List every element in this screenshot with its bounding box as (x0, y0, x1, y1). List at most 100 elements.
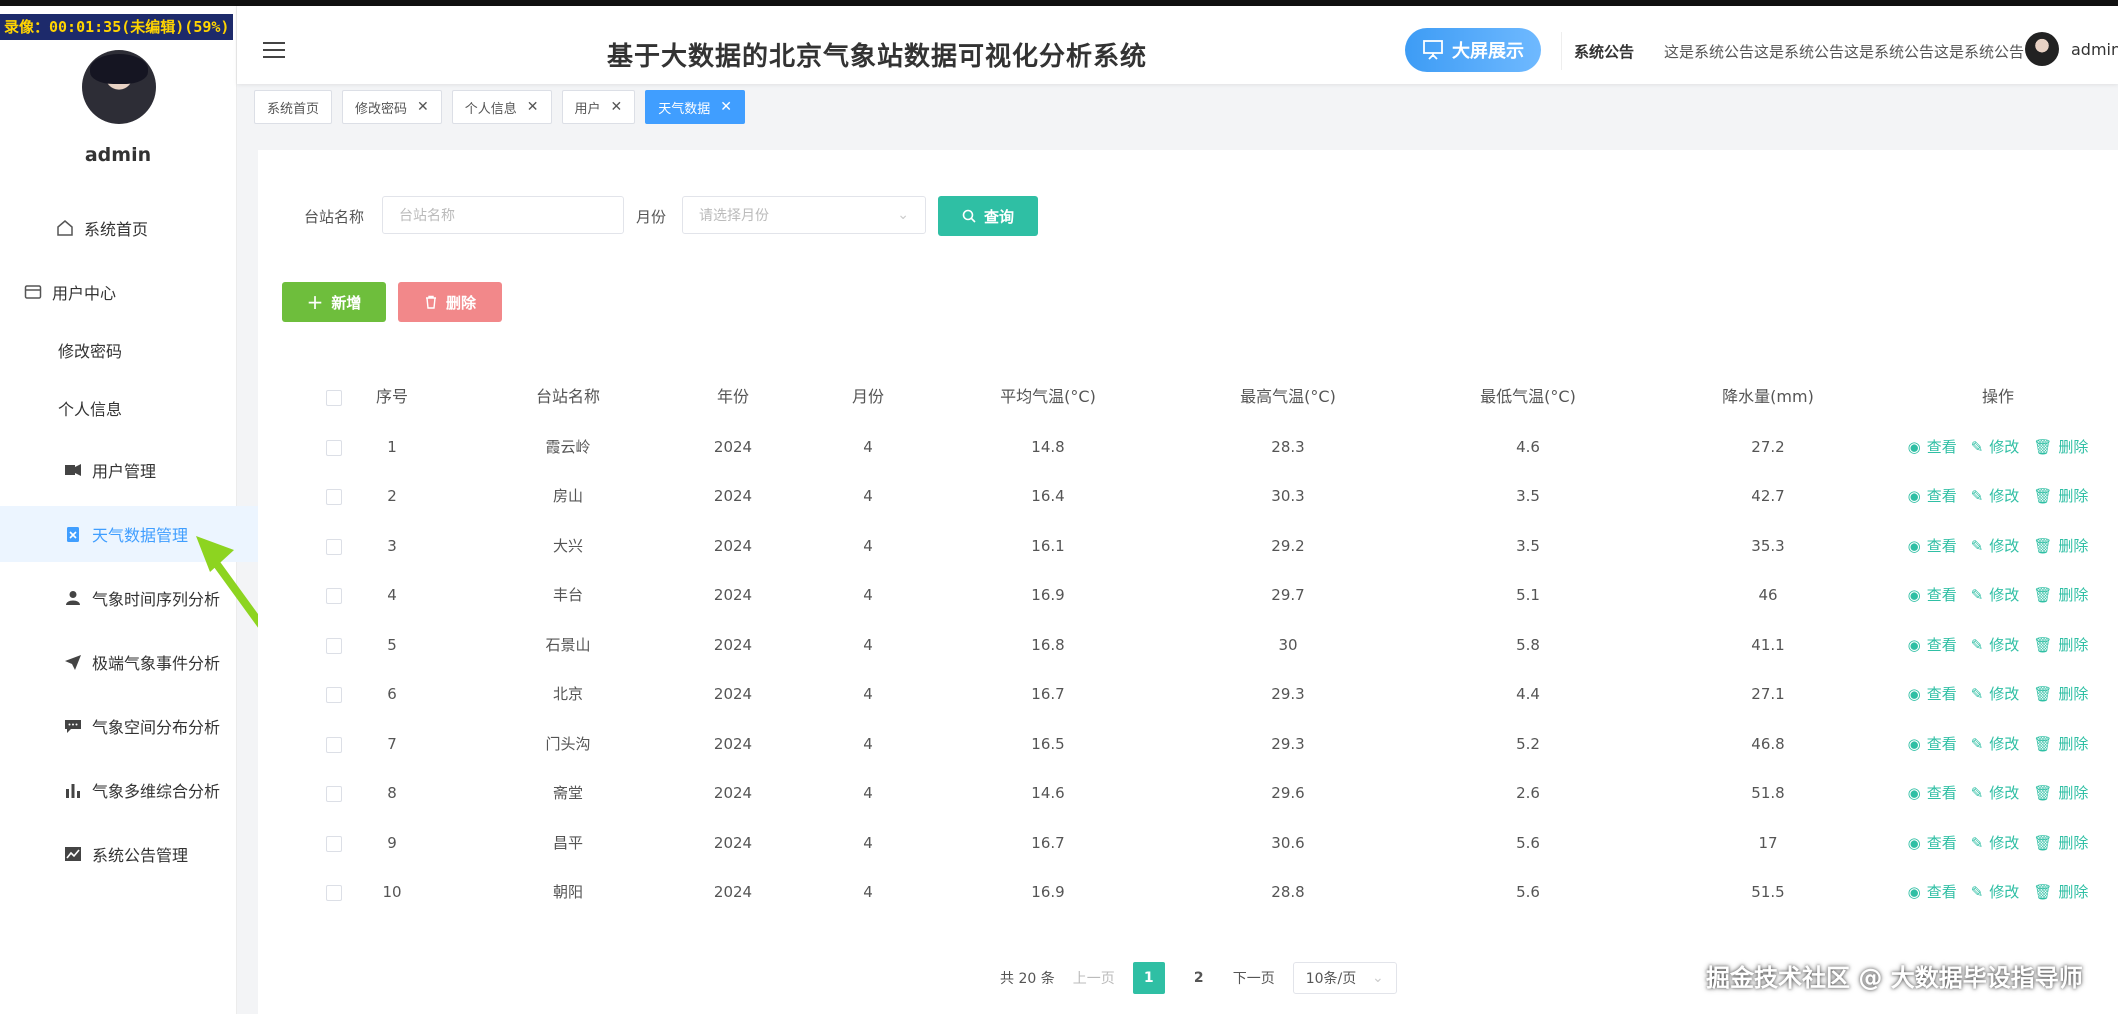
close-icon[interactable]: ✕ (611, 99, 623, 115)
sidebar-item-user-center[interactable]: 用户中心 (0, 264, 260, 320)
delete-row-button[interactable]: 🗑 删除 (2033, 521, 2088, 571)
close-icon[interactable]: ✕ (417, 99, 429, 115)
edit-button[interactable]: ✎ 修改 (1971, 620, 2020, 670)
delete-row-button[interactable]: 🗑 删除 (2033, 818, 2088, 868)
view-button[interactable]: ◉ 查看 (1908, 867, 1957, 917)
edit-button[interactable]: ✎ 修改 (1971, 570, 2020, 620)
edit-button[interactable]: ✎ 修改 (1971, 422, 2020, 472)
view-button[interactable]: ◉ 查看 (1908, 422, 1957, 472)
view-button[interactable]: ◉ 查看 (1908, 471, 1957, 521)
row-checkbox[interactable] (326, 786, 342, 802)
tab-home[interactable]: 系统首页 (254, 90, 333, 124)
row-checkbox[interactable] (326, 588, 342, 604)
close-icon[interactable]: ✕ (527, 99, 539, 115)
sidebar-item-notice-management[interactable]: 系统公告管理 (0, 826, 300, 882)
row-actions: ◉ 查看 ✎ 修改 🗑 删除 (1888, 818, 2108, 868)
row-checkbox[interactable] (326, 687, 342, 703)
cell-precip: 27.2 (1751, 437, 1785, 456)
search-button[interactable]: 查询 (938, 196, 1038, 236)
table-header-row: 序号 台站名称 年份 月份 平均气温(°C) 最高气温(°C) 最低气温(°C)… (258, 372, 2118, 422)
delete-row-button[interactable]: 🗑 删除 (2033, 570, 2088, 620)
edit-button[interactable]: ✎ 修改 (1971, 818, 2020, 868)
presentation-icon (1423, 40, 1443, 60)
delete-row-button[interactable]: 🗑 删除 (2033, 719, 2088, 769)
row-checkbox[interactable] (326, 439, 342, 456)
delete-button[interactable]: 删除 (398, 282, 502, 322)
cell-min-temp: 5.6 (1516, 833, 1540, 852)
cell-month: 4 (863, 833, 873, 852)
edit-button[interactable]: ✎ 修改 (1971, 669, 2020, 719)
table-row: 9 昌平 2024 4 16.7 30.6 5.6 17 ◉ 查看 ✎ 修改 🗑 删除 (258, 818, 2118, 868)
delete-row-label: 删除 (2058, 635, 2089, 654)
pencil-icon: ✎ (1970, 833, 1984, 852)
view-button[interactable]: ◉ 查看 (1908, 669, 1957, 719)
delete-row-button[interactable]: 🗑 删除 (2033, 768, 2088, 818)
edit-button[interactable]: ✎ 修改 (1971, 471, 2020, 521)
view-button[interactable]: ◉ 查看 (1908, 570, 1957, 620)
page-1-button[interactable]: 1 (1132, 962, 1165, 994)
delete-row-button[interactable]: 🗑 删除 (2033, 422, 2088, 472)
sidebar: admin 系统首页 用户中心 修改密码 个人信息 用户管理 天气数据管理 气象… (0, 6, 300, 1014)
row-checkbox[interactable] (326, 489, 342, 505)
station-input[interactable]: 台站名称 (382, 196, 624, 234)
edit-label: 修改 (1989, 784, 2020, 802)
row-checkbox[interactable] (326, 538, 342, 555)
view-label: 查看 (1926, 883, 1957, 901)
cell-min-temp: 4.4 (1516, 685, 1540, 703)
edit-button[interactable]: ✎ 修改 (1971, 768, 2020, 818)
cell-year: 2024 (713, 536, 753, 555)
view-button[interactable]: ◉ 查看 (1908, 818, 1957, 868)
page-2-button[interactable]: 2 (1183, 962, 1215, 994)
tab-change-password[interactable]: 修改密码 ✕ (342, 90, 442, 124)
view-button[interactable]: ◉ 查看 (1908, 768, 1957, 818)
row-actions: ◉ 查看 ✎ 修改 🗑 删除 (1888, 620, 2108, 670)
sidebar-item-change-password[interactable]: 修改密码 (0, 322, 294, 378)
pagination-total: 共 20 条 (1000, 971, 1055, 987)
sidebar-item-user-management[interactable]: 用户管理 (0, 442, 300, 498)
trash-icon: 🗑 (2033, 883, 2053, 901)
add-button[interactable]: + 新增 (282, 282, 386, 322)
sidebar-avatar[interactable] (82, 50, 156, 124)
delete-row-button[interactable]: 🗑 删除 (2033, 620, 2088, 670)
tab-label: 个人信息 (464, 101, 517, 117)
select-all-checkbox[interactable] (326, 390, 342, 406)
cell-month: 4 (863, 734, 873, 753)
edit-button[interactable]: ✎ 修改 (1971, 867, 2020, 917)
pencil-icon: ✎ (1970, 437, 1984, 456)
month-select[interactable]: 请选择月份 ⌄ (682, 196, 926, 234)
tab-weather-data[interactable]: 天气数据 ✕ (645, 90, 746, 124)
tab-bar: 系统首页 修改密码 ✕ 个人信息 ✕ 用户 ✕ 天气数据 ✕ (254, 90, 746, 124)
header-avatar[interactable] (2025, 32, 2059, 66)
delete-row-label: 删除 (2058, 586, 2089, 604)
row-checkbox[interactable] (326, 885, 342, 901)
sidebar-item-profile[interactable]: 个人信息 (0, 380, 294, 436)
next-page-button[interactable]: 下一页 (1233, 968, 1275, 988)
edit-button[interactable]: ✎ 修改 (1971, 719, 2020, 769)
delete-row-button[interactable]: 🗑 删除 (2033, 669, 2088, 719)
delete-row-button[interactable]: 🗑 删除 (2033, 867, 2088, 917)
edit-button[interactable]: ✎ 修改 (1971, 521, 2020, 571)
cell-precip: 46.8 (1751, 734, 1785, 753)
delete-row-button[interactable]: 🗑 删除 (2033, 471, 2088, 521)
row-checkbox[interactable] (326, 736, 342, 753)
view-button[interactable]: ◉ 查看 (1908, 521, 1957, 571)
row-checkbox[interactable] (326, 835, 342, 852)
tab-profile[interactable]: 个人信息 ✕ (451, 90, 552, 124)
cell-station: 丰台 (552, 586, 583, 604)
page-size-select[interactable]: 10条/页 ⌄ (1292, 962, 1397, 994)
col-header-precip: 降水量(mm) (1722, 387, 1814, 406)
view-button[interactable]: ◉ 查看 (1908, 719, 1957, 769)
menu-toggle-icon[interactable] (263, 42, 285, 60)
cell-year: 2024 (713, 635, 753, 654)
cell-year: 2024 (713, 883, 753, 901)
bigscreen-button[interactable]: 大屏展示 (1405, 28, 1541, 72)
close-icon[interactable]: ✕ (720, 99, 732, 115)
notice-marquee[interactable]: 系统公告 这是系统公告这是系统公告这是系统公告这是系统公告 (1561, 32, 2032, 70)
view-button[interactable]: ◉ 查看 (1908, 620, 1957, 670)
sidebar-item-multidim[interactable]: 气象多维综合分析 (0, 762, 300, 818)
header-username[interactable]: admin (2071, 40, 2118, 59)
sidebar-item-home[interactable]: 系统首页 (0, 200, 292, 256)
row-checkbox[interactable] (326, 637, 342, 654)
prev-page-button[interactable]: 上一页 (1073, 968, 1115, 988)
tab-users[interactable]: 用户 ✕ (561, 90, 636, 124)
